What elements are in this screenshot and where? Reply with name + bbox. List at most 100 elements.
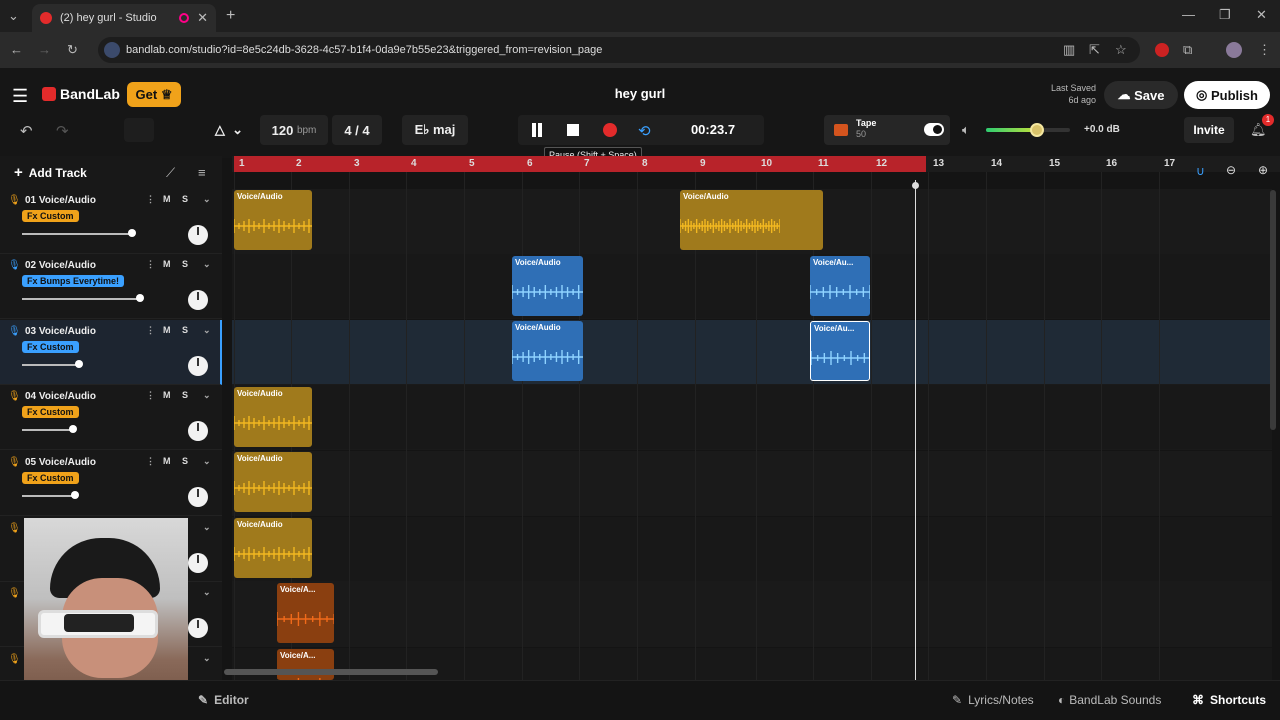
audio-clip[interactable]: Voice/Audio <box>512 256 583 316</box>
track-name[interactable]: 01 Voice/Audio <box>25 195 96 206</box>
zoom-out-icon[interactable]: ⊖ <box>1226 163 1236 177</box>
tempo-field[interactable]: 120 bpm <box>260 115 328 145</box>
time-signature-field[interactable]: 4 / 4 <box>332 115 382 145</box>
speaker-mute-icon[interactable]: 🔈︎ <box>962 122 970 138</box>
track-options-icon[interactable]: ⋮ <box>146 194 155 205</box>
extensions-puzzle-icon[interactable]: ⧉ <box>1183 42 1192 58</box>
track-volume-slider[interactable] <box>22 495 75 497</box>
track-lane[interactable] <box>232 582 1272 647</box>
get-membership-button[interactable]: Get ♕ <box>127 82 181 107</box>
loop-icon[interactable]: ⟲ <box>638 122 651 140</box>
audio-clip[interactable]: Voice/A... <box>277 583 334 643</box>
track-options-icon[interactable]: ⋮ <box>146 390 155 401</box>
track-lane[interactable] <box>232 517 1272 582</box>
browser-menu-icon[interactable]: ⋮ <box>1258 42 1271 58</box>
audio-clip[interactable]: Voice/Audio <box>234 190 312 250</box>
cast-icon[interactable]: ⇱ <box>1089 42 1100 58</box>
site-info-icon[interactable] <box>104 42 120 58</box>
undo-icon[interactable]: ↶ <box>20 122 33 140</box>
track-expand-chevron-icon[interactable]: ⌄ <box>203 653 211 664</box>
invite-button[interactable]: Invite <box>1184 117 1234 143</box>
track-fx-badge[interactable]: Fx Custom <box>22 341 79 353</box>
track-expand-chevron-icon[interactable]: ⌄ <box>203 194 211 205</box>
redo-icon[interactable]: ↷ <box>56 122 69 140</box>
mute-button[interactable]: M <box>163 325 171 335</box>
master-volume-slider[interactable] <box>986 123 1070 137</box>
metronome-control[interactable]: △ ⌄ <box>202 115 256 145</box>
bandlab-sounds-button[interactable]: ◐ BandLab Sounds <box>1058 693 1161 707</box>
url-field[interactable]: bandlab.com/studio?id=8e5c24db-3628-4c57… <box>98 37 1140 63</box>
track-fx-badge[interactable]: Fx Bumps Everytime! <box>22 275 125 287</box>
track-header[interactable]: 🎙︎ 02 Voice/Audio Fx Bumps Everytime! ⋮ M S ⌄ <box>0 254 222 319</box>
track-pan-knob[interactable] <box>188 487 208 507</box>
solo-button[interactable]: S <box>182 194 188 204</box>
horizontal-scrollbar[interactable] <box>224 669 438 675</box>
track-volume-slider[interactable] <box>22 364 79 366</box>
track-volume-handle[interactable] <box>69 425 77 433</box>
shortcuts-button[interactable]: ⌘ Shortcuts <box>1192 693 1266 707</box>
track-pan-knob[interactable] <box>188 421 208 441</box>
reader-icon[interactable]: ▥ <box>1063 42 1075 58</box>
track-lane[interactable] <box>232 385 1272 450</box>
forward-arrow-icon[interactable]: → <box>38 42 51 57</box>
track-volume-handle[interactable] <box>71 491 79 499</box>
track-options-icon[interactable]: ⋮ <box>146 259 155 270</box>
mute-button[interactable]: M <box>163 259 171 269</box>
project-title[interactable]: hey gurl <box>540 86 740 101</box>
track-name[interactable]: 03 Voice/Audio <box>25 326 96 337</box>
playhead-handle[interactable] <box>912 182 919 189</box>
mixer-icon[interactable] <box>124 118 154 142</box>
tape-toggle[interactable] <box>924 123 944 136</box>
track-fx-badge[interactable]: Fx Custom <box>22 406 79 418</box>
automation-icon[interactable]: ⟋ <box>166 165 175 181</box>
bandlab-logo[interactable]: BandLab <box>42 86 120 102</box>
record-button[interactable] <box>603 123 617 137</box>
track-expand-chevron-icon[interactable]: ⌄ <box>203 522 211 533</box>
track-pan-knob[interactable] <box>188 356 208 376</box>
audio-clip[interactable]: Voice/Audio <box>234 452 312 512</box>
track-header[interactable]: 🎙︎ 04 Voice/Audio Fx Custom ⋮ M S ⌄ <box>0 385 222 450</box>
reload-icon[interactable]: ↻ <box>67 42 78 58</box>
track-pan-knob[interactable] <box>188 618 208 638</box>
publish-button[interactable]: ◎ Publish <box>1184 81 1270 109</box>
track-volume-handle[interactable] <box>75 360 83 368</box>
audio-clip[interactable]: Voice/Au... <box>810 321 870 381</box>
track-pan-knob[interactable] <box>188 553 208 573</box>
new-tab-icon[interactable]: + <box>226 7 235 25</box>
snap-magnet-icon[interactable]: ∪ <box>1196 164 1205 178</box>
mute-button[interactable]: M <box>163 390 171 400</box>
track-expand-chevron-icon[interactable]: ⌄ <box>203 325 211 336</box>
profile-avatar[interactable] <box>1226 42 1242 58</box>
track-name[interactable]: 02 Voice/Audio <box>25 260 96 271</box>
track-volume-handle[interactable] <box>136 294 144 302</box>
track-fx-badge[interactable]: Fx Custom <box>22 210 79 222</box>
track-expand-chevron-icon[interactable]: ⌄ <box>203 456 211 467</box>
audio-clip[interactable]: Voice/Audio <box>680 190 823 250</box>
audio-clip[interactable]: Voice/Audio <box>512 321 583 381</box>
tab-menu-chevron-icon[interactable]: ⌄ <box>8 8 19 24</box>
audio-clip[interactable]: Voice/Audio <box>234 518 312 578</box>
mute-button[interactable]: M <box>163 456 171 466</box>
track-options-icon[interactable]: ⋮ <box>146 325 155 336</box>
add-track-button[interactable]: + Add Track <box>14 164 87 181</box>
browser-tab[interactable]: (2) hey gurl - Studio ✕ <box>32 4 216 32</box>
track-fx-badge[interactable]: Fx Custom <box>22 472 79 484</box>
solo-button[interactable]: S <box>182 325 188 335</box>
track-name[interactable]: 04 Voice/Audio <box>25 391 96 402</box>
mute-button[interactable]: M <box>163 194 171 204</box>
window-close-icon[interactable]: ✕ <box>1256 7 1267 23</box>
tab-close-icon[interactable]: ✕ <box>197 10 208 26</box>
solo-button[interactable]: S <box>182 390 188 400</box>
zoom-in-icon[interactable]: ⊕ <box>1258 163 1268 177</box>
track-options-icon[interactable]: ⋮ <box>146 456 155 467</box>
audio-clip[interactable]: Voice/Au... <box>810 256 870 316</box>
stop-button[interactable] <box>567 124 579 136</box>
track-pan-knob[interactable] <box>188 225 208 245</box>
audio-clip[interactable]: Voice/Audio <box>234 387 312 447</box>
lyrics-notes-button[interactable]: ✎ Lyrics/Notes <box>952 693 1034 707</box>
editor-button[interactable]: ✎ Editor <box>198 693 249 707</box>
pause-button[interactable] <box>530 123 544 137</box>
track-expand-chevron-icon[interactable]: ⌄ <box>203 587 211 598</box>
back-arrow-icon[interactable]: ← <box>10 42 23 57</box>
bookmark-star-icon[interactable]: ☆ <box>1115 42 1127 58</box>
